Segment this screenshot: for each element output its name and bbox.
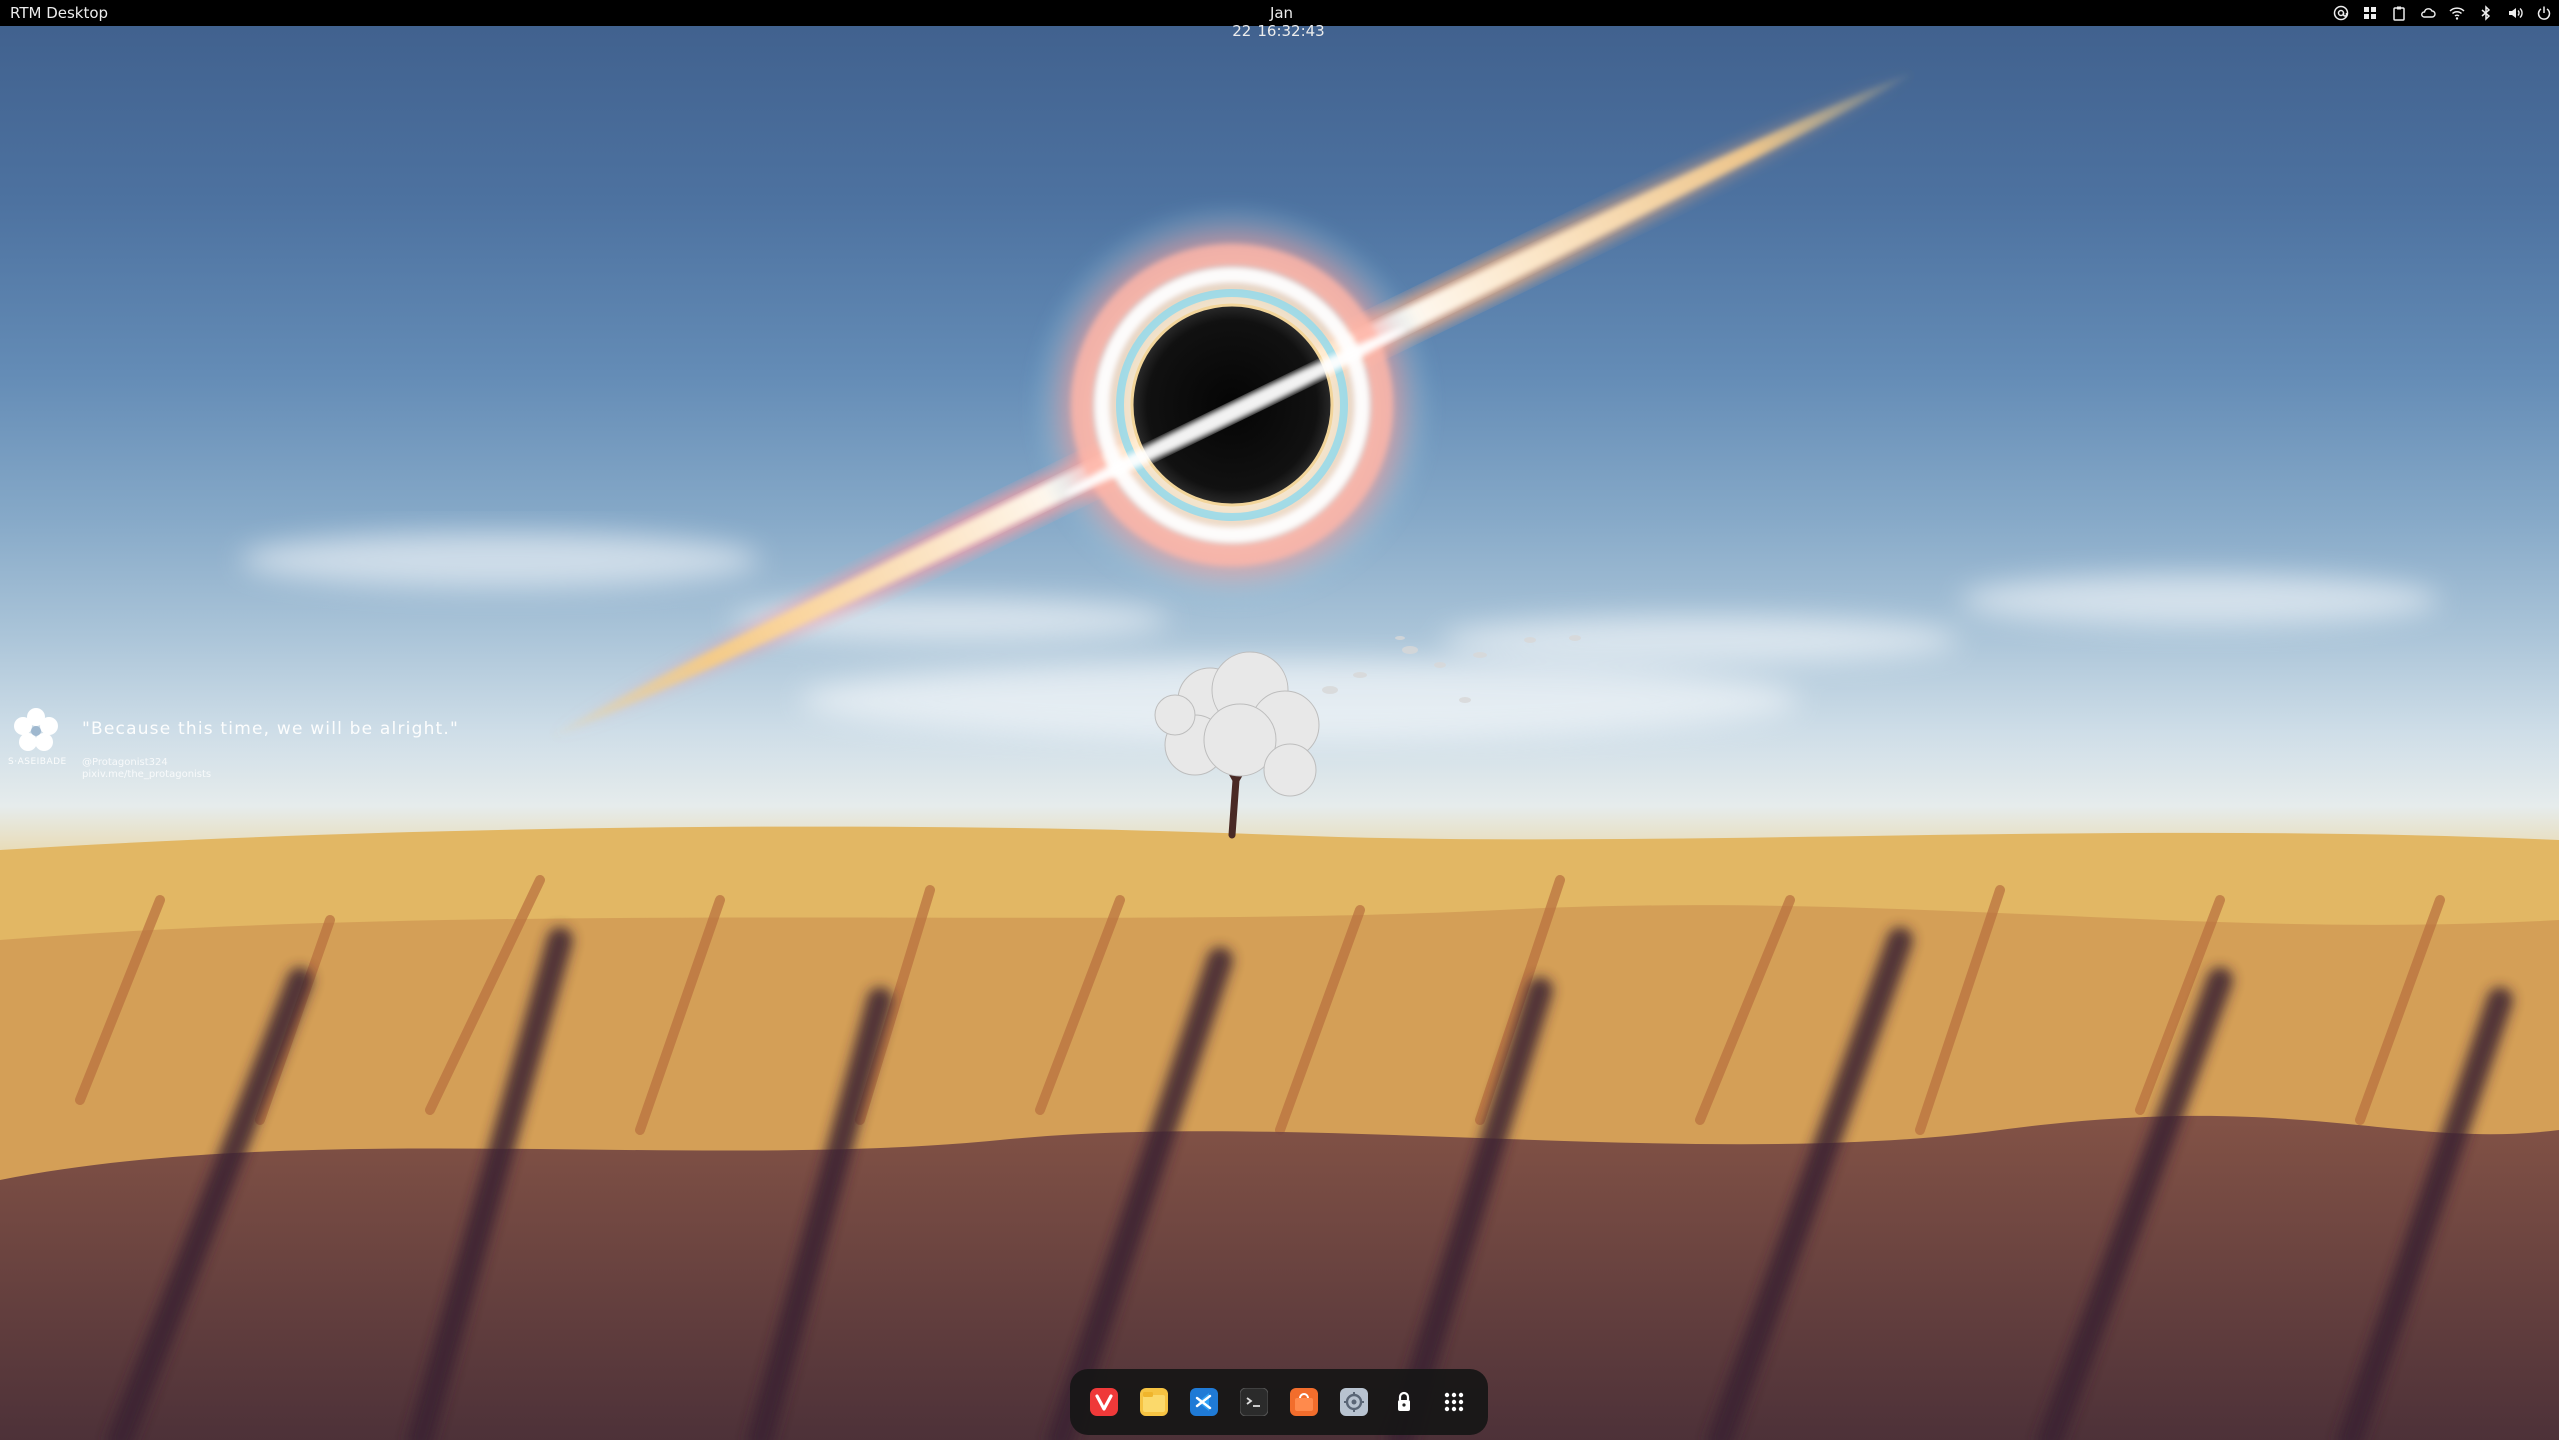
top-bar: RTM Desktop Jan 22 16:32:43 <box>0 0 2559 40</box>
widget-credit: @Protagonist324 pixiv.me/the_protagonist… <box>82 757 211 781</box>
wifi-icon[interactable] <box>2448 4 2466 22</box>
dock <box>1070 1369 1488 1435</box>
settings-icon[interactable] <box>1340 1388 1368 1416</box>
widget-brand: S·ASEIBADE <box>8 757 67 767</box>
quote-widget: S·ASEIBADE "Because this time, we will b… <box>8 705 528 785</box>
at-sign-icon[interactable] <box>2332 4 2350 22</box>
clock[interactable]: Jan 22 16:32:43 <box>1223 4 1337 40</box>
clipboard-icon[interactable] <box>2390 4 2408 22</box>
credit-handle: @Protagonist324 <box>82 757 168 768</box>
desktop: RTM Desktop Jan 22 16:32:43 S·ASEIBADE "… <box>0 0 2559 1440</box>
active-app-title[interactable]: RTM Desktop <box>10 4 108 22</box>
bluetooth-icon[interactable] <box>2477 4 2495 22</box>
widget-quote: "Because this time, we will be alright." <box>82 719 460 739</box>
lock-icon[interactable] <box>1390 1388 1418 1416</box>
flower-logo-icon <box>14 708 58 751</box>
cloud-icon[interactable] <box>2419 4 2437 22</box>
credit-url: pixiv.me/the_protagonists <box>82 769 212 780</box>
vivaldi-icon[interactable] <box>1090 1388 1118 1416</box>
app-grid-icon[interactable] <box>2361 4 2379 22</box>
app-grid-icon[interactable] <box>1440 1388 1468 1416</box>
store-icon[interactable] <box>1290 1388 1318 1416</box>
power-icon[interactable] <box>2535 4 2553 22</box>
vscode-icon[interactable] <box>1190 1388 1218 1416</box>
clock-time: 16:32:43 <box>1257 22 1325 40</box>
system-tray <box>2321 3 2553 23</box>
terminal-icon[interactable] <box>1240 1388 1268 1416</box>
files-icon[interactable] <box>1140 1388 1168 1416</box>
volume-icon[interactable] <box>2506 4 2524 22</box>
